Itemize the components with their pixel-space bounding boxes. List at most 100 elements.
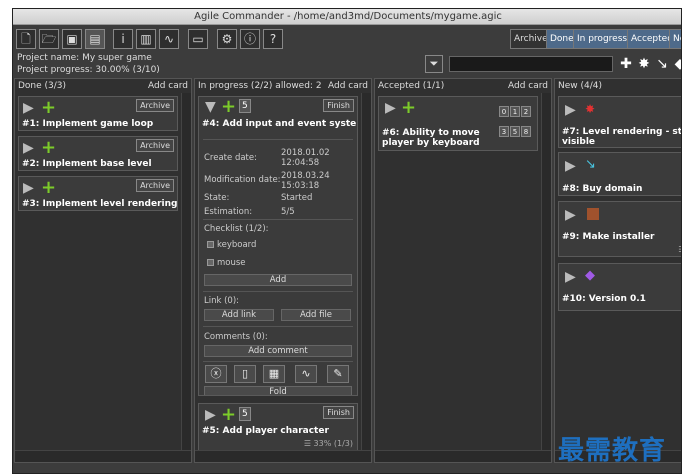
add-card-icon[interactable]: ✚ — [617, 55, 635, 73]
column-title: In progress (2/2) allowed: 2 — [198, 81, 322, 91]
estimation-picker[interactable]: 0 1 23 5 8 — [498, 99, 534, 139]
about-icon[interactable]: ⓘ — [240, 29, 260, 49]
archive-button[interactable]: Archive — [136, 139, 174, 152]
add-checklist-button[interactable]: Add — [204, 274, 352, 286]
add-file-button[interactable]: Add file — [281, 309, 351, 321]
card-1[interactable]: ▶ + Archive #1: Implement game loop — [18, 96, 178, 131]
card-9[interactable]: ▶ #9: Make installer ☰ 0 — [558, 201, 681, 257]
card-4[interactable]: ▼ + 5 Finish #4: Add input and event syst… — [198, 96, 358, 396]
checklist-item[interactable]: mouse — [207, 258, 246, 268]
card-title: #2: Implement base level — [22, 159, 152, 169]
column-title: Done (3/3) — [18, 81, 67, 91]
estimation-badge: 5 — [239, 407, 251, 421]
card-title: #6: Ability to move player by keyboard — [382, 128, 480, 148]
bug-icon: ✸ — [585, 102, 596, 116]
fold-button[interactable]: Fold — [204, 386, 352, 395]
mod-date-value: 2018.03.24 15:03:18 — [281, 171, 330, 191]
play-icon[interactable]: ▶ — [565, 270, 576, 284]
hdd-icon[interactable]: ▭ — [188, 29, 208, 49]
play-icon[interactable]: ▶ — [23, 141, 34, 155]
add-link-button[interactable]: Add link — [204, 309, 274, 321]
column-title: New (4/4) — [558, 81, 602, 91]
card-icon[interactable]: ▦ — [263, 365, 285, 383]
horizontal-scrollbar[interactable] — [375, 450, 551, 462]
estimation-badge: 5 — [239, 99, 251, 113]
plus-icon[interactable]: + — [41, 179, 56, 197]
tool-icon: ↘ — [585, 157, 596, 172]
finish-button[interactable]: Finish — [323, 99, 354, 112]
add-card-button[interactable]: Add card — [508, 79, 548, 93]
vertical-scrollbar[interactable] — [361, 93, 371, 450]
settings-icon[interactable]: ⚙ — [217, 29, 237, 49]
card-2[interactable]: ▶ + Archive #2: Implement base level — [18, 136, 178, 171]
mod-date-label: Modification date: — [204, 175, 281, 185]
card-3[interactable]: ▶ + Archive #3: Implement level rendering — [18, 176, 178, 211]
card-title: #7: Level rendering - stone — [562, 127, 682, 137]
tool-icon[interactable]: ↘ — [653, 55, 671, 73]
play-icon[interactable]: ▶ — [385, 101, 396, 115]
bug-icon[interactable]: ✸ — [635, 55, 653, 73]
horizontal-scrollbar[interactable] — [15, 450, 191, 462]
filter-input[interactable] — [449, 56, 613, 72]
card-title: #1: Implement game loop — [22, 119, 154, 129]
save-icon[interactable]: ▣ — [62, 29, 82, 49]
vertical-scrollbar[interactable] — [181, 93, 191, 450]
archive-button[interactable]: Archive — [136, 179, 174, 192]
filter-new[interactable]: Ne — [669, 29, 681, 49]
play-icon[interactable]: ▶ — [205, 408, 216, 422]
column-new: New (4/4) ▶ ✸ #7: Level rendering - ston… — [554, 78, 682, 463]
plus-icon[interactable]: + — [41, 99, 56, 117]
column-in-progress: In progress (2/2) allowed: 2 Add card ▼ + … — [194, 78, 372, 463]
add-comment-button[interactable]: Add comment — [204, 345, 352, 357]
activity-icon[interactable]: ∿ — [295, 365, 317, 383]
estimation-label: Estimation: — [204, 207, 253, 217]
plus-icon[interactable]: + — [401, 99, 416, 117]
checkbox-unchecked[interactable] — [207, 259, 214, 266]
card-6[interactable]: ▶ + 0 1 23 5 8 #6: Ability to move player by … — [378, 96, 538, 151]
close-circle-icon[interactable]: ⓧ — [205, 365, 227, 383]
diamond-icon[interactable]: ◆ — [671, 55, 681, 73]
play-icon[interactable]: ▶ — [23, 101, 34, 115]
play-icon[interactable]: ▶ — [565, 103, 576, 117]
bar-chart-icon[interactable]: ▥ — [136, 29, 156, 49]
card-title: #4: Add input and event system — [202, 119, 358, 129]
collapse-icon[interactable]: ▼ — [205, 100, 216, 114]
project-progress: Project progress: 30.00% (3/10) — [17, 65, 160, 75]
checklist-item[interactable]: keyboard — [207, 240, 256, 250]
filter-in-progress[interactable]: In progress — [573, 29, 632, 49]
pencil-icon[interactable]: ✎ — [327, 365, 349, 383]
play-icon[interactable]: ▶ — [565, 159, 576, 173]
activity-icon[interactable]: ∿ — [159, 29, 179, 49]
project-name: Project name: My super game — [17, 53, 152, 63]
info-icon[interactable]: i — [113, 29, 133, 49]
new-file-icon[interactable]: 🗋 — [16, 29, 36, 49]
open-folder-icon[interactable]: 🗁 — [39, 29, 59, 49]
play-icon[interactable]: ▶ — [23, 181, 34, 195]
archive-button[interactable]: Archive — [136, 99, 174, 112]
card-progress: ☰ 33% (1/3) — [303, 439, 353, 448]
plus-icon[interactable]: + — [221, 406, 236, 424]
card-8[interactable]: ▶ ↘ #8: Buy domain — [558, 152, 681, 196]
toolbar: 🗋 🗁 ▣ ▤ i ▥ ∿ ▭ ⚙ ⓘ ? Archive Done In pr… — [13, 26, 681, 52]
add-card-button[interactable]: Add card — [328, 79, 368, 93]
help-icon[interactable]: ? — [263, 29, 283, 49]
finish-button[interactable]: Finish — [323, 406, 354, 419]
clipboard-icon[interactable]: ▯ — [234, 365, 256, 383]
save-as-icon[interactable]: ▤ — [85, 29, 105, 49]
create-date-value: 2018.01.02 12:04:58 — [281, 148, 330, 168]
add-card-button[interactable]: Add card — [148, 79, 188, 93]
plus-icon[interactable]: + — [41, 139, 56, 157]
vertical-scrollbar[interactable] — [541, 93, 551, 450]
card-5[interactable]: ▶ + 5 Finish #5: Add player character ☰ 3… — [198, 403, 358, 453]
create-date-label: Create date: — [204, 153, 257, 163]
checkbox-checked[interactable] — [207, 241, 214, 248]
card-10[interactable]: ▶ ◆ #10: Version 0.1 — [558, 263, 681, 311]
horizontal-scrollbar[interactable] — [195, 450, 371, 462]
card-title-line2: visible — [562, 137, 596, 147]
plus-icon[interactable]: + — [221, 98, 236, 116]
play-icon[interactable]: ▶ — [565, 208, 576, 222]
column-accepted: Accepted (1/1) Add card ▶ + 0 1 23 5 8 #6: Abi… — [374, 78, 552, 463]
filter-icon[interactable]: ⏷ — [425, 55, 443, 73]
card-7[interactable]: ▶ ✸ #7: Level rendering - stone visible — [558, 96, 682, 148]
link-label: Link (0): — [204, 296, 240, 306]
